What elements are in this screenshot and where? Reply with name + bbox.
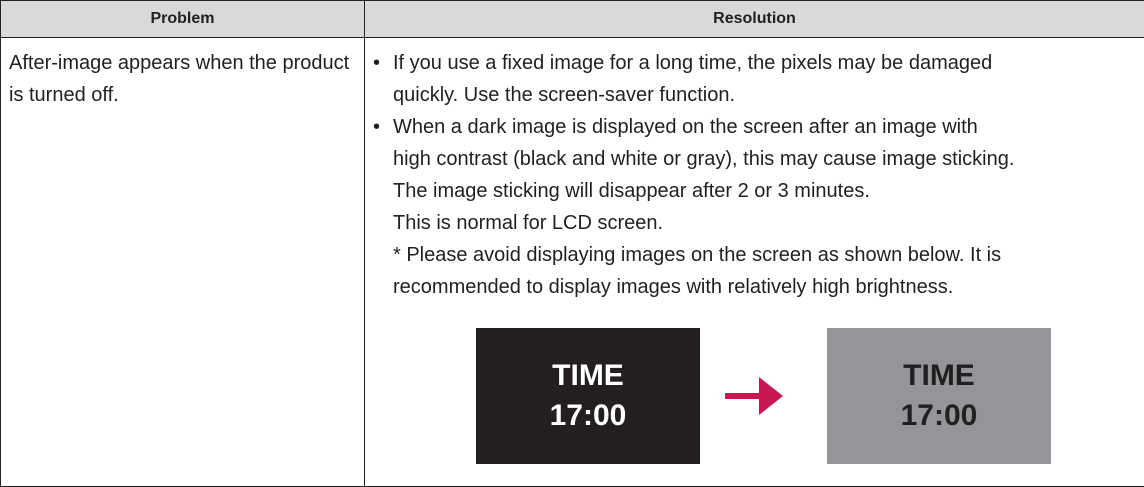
gray-screen-time-label: TIME (903, 359, 975, 392)
bullet-icon: • (373, 116, 381, 138)
gray-screen-time-value: 17:00 (900, 399, 978, 432)
resolution-line: This is normal for LCD screen. (393, 212, 664, 234)
resolution-list: • If you use a fixed image for a long ti… (365, 38, 1144, 303)
table-header-row: Problem Resolution (0, 0, 1144, 38)
resolution-line: quickly. Use the screen-saver function. (393, 84, 736, 106)
image-sticking-illustration: TIME 17:00 TIME 17:00 (365, 328, 1144, 464)
resolution-line: When a dark image is displayed on the sc… (393, 116, 978, 138)
arrow-right-icon (725, 377, 783, 415)
resolution-line: high contrast (black and white or gray),… (393, 148, 1015, 170)
resolution-note-line: * Please avoid displaying images on the … (393, 244, 1002, 266)
dark-screen-time-value: 17:00 (549, 399, 627, 432)
bullet-icon: • (373, 52, 381, 74)
resolution-cell: • If you use a fixed image for a long ti… (364, 37, 1144, 487)
list-item: • When a dark image is displayed on the … (365, 111, 1134, 303)
resolution-line: If you use a fixed image for a long time… (393, 52, 993, 74)
header-problem: Problem (0, 0, 365, 38)
problem-text: After-image appears when the product is … (9, 52, 350, 106)
header-resolution: Resolution (364, 0, 1144, 38)
gray-screen-example: TIME 17:00 (827, 328, 1051, 464)
dark-screen-time-label: TIME (552, 359, 624, 392)
dark-screen-example: TIME 17:00 (476, 328, 700, 464)
table-row: After-image appears when the product is … (0, 37, 1144, 487)
resolution-note-line: recommended to display images with relat… (393, 276, 954, 298)
list-item: • If you use a fixed image for a long ti… (365, 47, 1134, 111)
problem-cell: After-image appears when the product is … (0, 37, 365, 487)
resolution-line: The image sticking will disappear after … (393, 180, 870, 202)
troubleshooting-table: Problem Resolution After-image appears w… (0, 0, 1144, 487)
